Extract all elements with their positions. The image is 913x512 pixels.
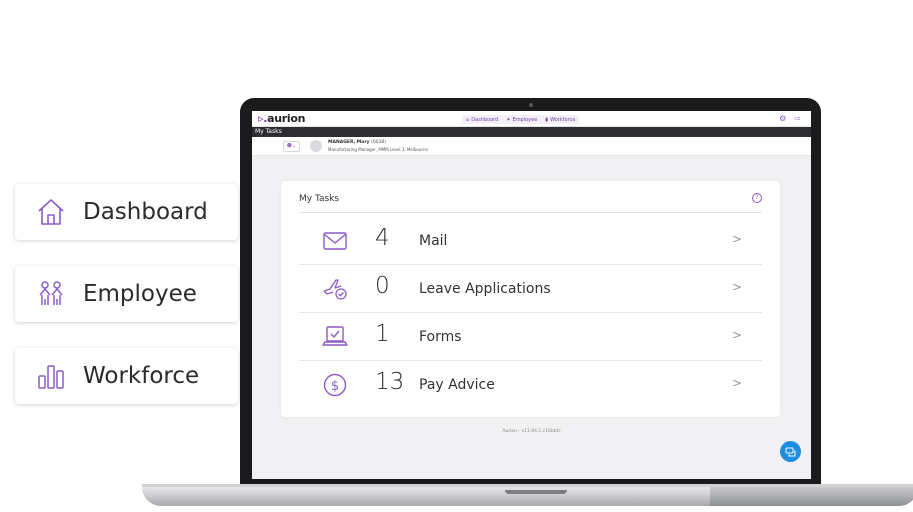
side-nav-dashboard[interactable]: Dashboard [15, 184, 238, 240]
side-nav-employee[interactable]: Employee [15, 266, 238, 322]
stage: Dashboard Employee Workforce ▹.aurion ⌂ … [0, 0, 913, 512]
user-role: Manufacturing Manager, MMM Level 3, Melb… [328, 147, 428, 152]
user-icon: ☻⌄ [286, 143, 297, 149]
home-icon [35, 196, 67, 228]
laptop-notch [505, 490, 567, 494]
task-count: 13 [375, 369, 405, 395]
svg-text:$: $ [331, 379, 339, 394]
side-nav-label: Workforce [83, 363, 200, 389]
chat-button[interactable] [780, 441, 801, 462]
logo-mark-icon: ▹. [258, 112, 268, 125]
bar-chart-icon: ▮ [545, 116, 549, 123]
chat-icon [785, 447, 795, 456]
side-nav-label: Employee [83, 281, 197, 307]
task-row-mail[interactable]: 4 Mail > [299, 217, 762, 265]
page-title: My Tasks [252, 127, 811, 137]
camera-icon [529, 103, 533, 107]
mail-icon [321, 227, 349, 255]
task-label: Forms [419, 329, 462, 345]
task-count: 1 [375, 321, 390, 347]
laptop-check-icon [321, 323, 349, 351]
task-row-leave[interactable]: 0 Leave Applications > [299, 265, 762, 313]
top-nav-employee[interactable]: ✦ Employee [502, 115, 541, 124]
people-icon: ✦ [506, 116, 511, 123]
avatar [310, 140, 322, 152]
top-nav: ⌂ Dashboard ✦ Employee ▮ Workforce [462, 115, 580, 124]
divider [299, 212, 762, 213]
header-icons: ⚙ ⇨ [779, 114, 801, 123]
laptop-base-shade [710, 487, 913, 506]
home-icon: ⌂ [466, 116, 470, 123]
app-logo[interactable]: ▹.aurion [258, 112, 305, 125]
app-header: ▹.aurion ⌂ Dashboard ✦ Employee ▮ Workforce… [252, 111, 811, 127]
people-icon [35, 278, 67, 310]
user-name: MANAGER, Mary (6038) [328, 140, 387, 145]
task-count: 4 [375, 225, 390, 251]
top-nav-dashboard[interactable]: ⌂ Dashboard [462, 115, 502, 124]
version-footer: Aurion - v11.94.1.c16bbfc [502, 429, 561, 434]
task-label: Leave Applications [419, 281, 551, 297]
bar-chart-icon [35, 360, 67, 392]
task-row-pay-advice[interactable]: $ 13 Pay Advice > [299, 361, 762, 409]
task-label: Pay Advice [419, 377, 495, 393]
user-bar: ☻⌄ MANAGER, Mary (6038) Manufacturing Ma… [252, 137, 811, 156]
side-nav-workforce[interactable]: Workforce [15, 348, 238, 404]
chevron-right-icon: > [731, 376, 742, 390]
user-switch-button[interactable]: ☻⌄ [283, 141, 300, 152]
user-id: (6038) [371, 140, 387, 145]
chevron-right-icon: > [731, 280, 742, 294]
side-nav-label: Dashboard [83, 199, 208, 225]
task-label: Mail [419, 233, 448, 249]
dollar-icon: $ [321, 371, 349, 399]
top-nav-workforce[interactable]: ▮ Workforce [541, 115, 579, 124]
laptop-screen: ▹.aurion ⌂ Dashboard ✦ Employee ▮ Workforce… [252, 111, 811, 479]
panel-title: My Tasks [299, 194, 340, 204]
tasks-panel: My Tasks ? 4 Mail > 0 Leave Applications… [281, 181, 780, 417]
chevron-right-icon: > [731, 232, 742, 246]
task-count: 0 [375, 273, 390, 299]
task-row-forms[interactable]: 1 Forms > [299, 313, 762, 361]
chevron-right-icon: > [731, 328, 742, 342]
gear-icon[interactable]: ⚙ [779, 114, 786, 123]
logout-icon[interactable]: ⇨ [794, 114, 801, 123]
help-icon[interactable]: ? [752, 193, 762, 203]
plane-check-icon [321, 275, 349, 303]
